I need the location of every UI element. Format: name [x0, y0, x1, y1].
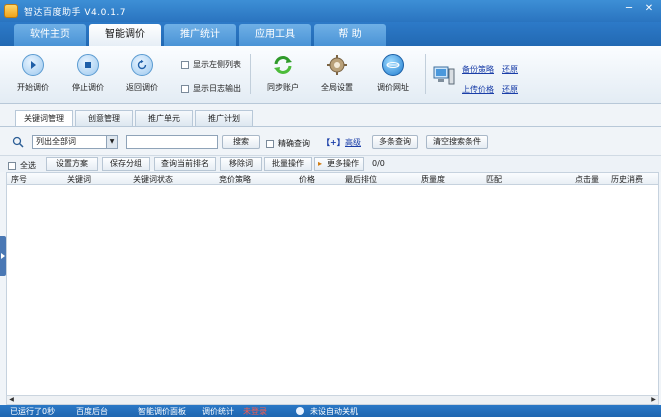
- window-controls: ─ ✕: [621, 2, 657, 16]
- search-input[interactable]: [126, 135, 218, 149]
- col-clicks[interactable]: 点击量: [575, 174, 599, 185]
- window-title: 智达百度助手 V4.0.1.7: [24, 8, 127, 18]
- tab-keyword-manage[interactable]: 关键词管理: [15, 110, 73, 126]
- smart-bid-panel-link[interactable]: 智能调价面板: [138, 406, 186, 417]
- status-bar: 已运行了0秒 百度后台 智能调价面板 调价统计 未登录 未设自动关机: [0, 405, 661, 417]
- baidu-backend-link[interactable]: 百度后台: [76, 406, 108, 417]
- computer-icon: [433, 66, 455, 86]
- col-keyword-status[interactable]: 关键词状态: [133, 174, 173, 185]
- tab-creative-manage[interactable]: 创意管理: [75, 110, 133, 126]
- query-rank-button[interactable]: 查询当前排名: [154, 157, 216, 171]
- restore-price-link[interactable]: 还原: [502, 84, 518, 95]
- toolbar-separator: [250, 54, 251, 94]
- col-index[interactable]: 序号: [11, 174, 27, 185]
- col-keyword[interactable]: 关键词: [67, 174, 91, 185]
- col-match[interactable]: 匹配: [486, 174, 502, 185]
- select-all-option[interactable]: 全选: [8, 160, 36, 171]
- tab-help[interactable]: 帮 助: [314, 24, 386, 46]
- bid-stats-link[interactable]: 调价统计: [202, 406, 234, 417]
- col-bid-strategy[interactable]: 竞价策略: [219, 174, 251, 185]
- close-icon[interactable]: ✕: [641, 2, 657, 16]
- global-settings-button[interactable]: 全局设置: [312, 54, 362, 93]
- app-logo-icon: [4, 4, 18, 18]
- clear-search-button[interactable]: 清空搜索条件: [426, 135, 488, 149]
- sync-icon: [272, 54, 294, 76]
- exact-query-option[interactable]: 精确查询: [266, 138, 310, 149]
- tab-tools[interactable]: 应用工具: [239, 24, 311, 46]
- left-panel-toggle[interactable]: [0, 236, 6, 276]
- show-left-list-option[interactable]: 显示左侧列表: [181, 59, 241, 70]
- bid-url-button[interactable]: 调价网址: [368, 54, 418, 93]
- multi-query-button[interactable]: 多条查询: [372, 135, 418, 149]
- login-status: 未登录: [243, 407, 267, 416]
- toolbar-separator: [425, 54, 426, 94]
- table-header: 序号 关键词 关键词状态 竞价策略 价格 最后排位 质量度 匹配 点击量 历史消…: [6, 172, 659, 185]
- select-all-checkbox[interactable]: [8, 161, 16, 170]
- expand-plus-link[interactable]: 【+】: [322, 137, 345, 148]
- batch-ops-button[interactable]: 批量操作: [264, 157, 312, 171]
- main-tab-bar: 软件主页 智能调价 推广统计 应用工具 帮 助: [0, 22, 661, 46]
- backup-strategy-link[interactable]: 备份策略: [462, 64, 494, 75]
- advanced-link[interactable]: 高级: [345, 137, 361, 148]
- set-plan-button[interactable]: 设置方案: [46, 157, 98, 171]
- auto-shutdown-status[interactable]: 未设自动关机: [310, 406, 358, 417]
- chevron-down-icon[interactable]: ▼: [106, 136, 117, 148]
- tab-smart-bid[interactable]: 智能调价: [89, 24, 161, 46]
- title-bar: 智达百度助手 V4.0.1.7 ─ ✕: [0, 0, 661, 22]
- selection-count: 0/0: [372, 159, 385, 168]
- col-last-rank[interactable]: 最后排位: [345, 174, 377, 185]
- more-ops-button[interactable]: ▸ 更多操作: [314, 157, 364, 171]
- keyword-table-body[interactable]: [6, 185, 659, 395]
- refresh-icon: [131, 54, 153, 76]
- search-button[interactable]: 搜索: [222, 135, 260, 149]
- gear-icon: [326, 54, 348, 76]
- stop-icon: [77, 54, 99, 76]
- search-row: 列出全部词 ▼ 搜索 精确查询 【+】 高级 多条查询 清空搜索条件: [0, 131, 661, 153]
- minimize-icon[interactable]: ─: [621, 2, 637, 16]
- running-time: 已运行了0秒: [10, 407, 56, 416]
- search-icon: [12, 136, 24, 148]
- show-log-option[interactable]: 显示日志输出: [181, 83, 241, 94]
- scroll-left-icon[interactable]: ◀: [7, 396, 16, 404]
- col-quality[interactable]: 质量度: [421, 174, 445, 185]
- arrow-right-icon: ▸: [318, 159, 323, 168]
- globe-icon: [382, 54, 404, 76]
- col-history-spend[interactable]: 历史消费: [611, 174, 643, 185]
- remove-word-button[interactable]: 移除词: [220, 157, 262, 171]
- tab-promo-plan[interactable]: 推广计划: [195, 110, 253, 126]
- upload-price-link[interactable]: 上传价格: [462, 84, 494, 95]
- tab-promo-unit[interactable]: 推广单元: [135, 110, 193, 126]
- play-icon: [22, 54, 44, 76]
- start-bid-button[interactable]: 开始调价: [8, 54, 58, 93]
- exact-query-checkbox[interactable]: [266, 139, 274, 148]
- restore-strategy-link[interactable]: 还原: [502, 64, 518, 75]
- toolbar: 开始调价 停止调价 返回调价 显示左侧列表 显示日志输出 同步账户 全局设置 调…: [0, 46, 661, 104]
- clock-icon: [296, 407, 304, 415]
- tab-promo-stats[interactable]: 推广统计: [164, 24, 236, 46]
- show-log-checkbox[interactable]: [181, 84, 189, 93]
- sync-account-button[interactable]: 同步账户: [258, 54, 308, 93]
- tab-home[interactable]: 软件主页: [14, 24, 86, 46]
- save-group-button[interactable]: 保存分组: [102, 157, 150, 171]
- stop-bid-button[interactable]: 停止调价: [63, 54, 113, 93]
- sub-tab-divider: [0, 126, 661, 127]
- sub-tab-bar: 关键词管理 创意管理 推广单元 推广计划: [0, 108, 661, 126]
- app-window: 智达百度助手 V4.0.1.7 ─ ✕ 软件主页 智能调价 推广统计 应用工具 …: [0, 0, 661, 417]
- col-price[interactable]: 价格: [299, 174, 315, 185]
- scroll-right-icon[interactable]: ▶: [649, 396, 658, 404]
- keyword-filter-select[interactable]: 列出全部词 ▼: [32, 135, 118, 149]
- show-left-list-checkbox[interactable]: [181, 60, 189, 69]
- horizontal-scrollbar[interactable]: ◀ ▶: [6, 395, 659, 405]
- return-bid-button[interactable]: 返回调价: [117, 54, 167, 93]
- action-row: 全选 设置方案 保存分组 查询当前排名 移除词 批量操作 ▸ 更多操作 0/0: [0, 155, 661, 172]
